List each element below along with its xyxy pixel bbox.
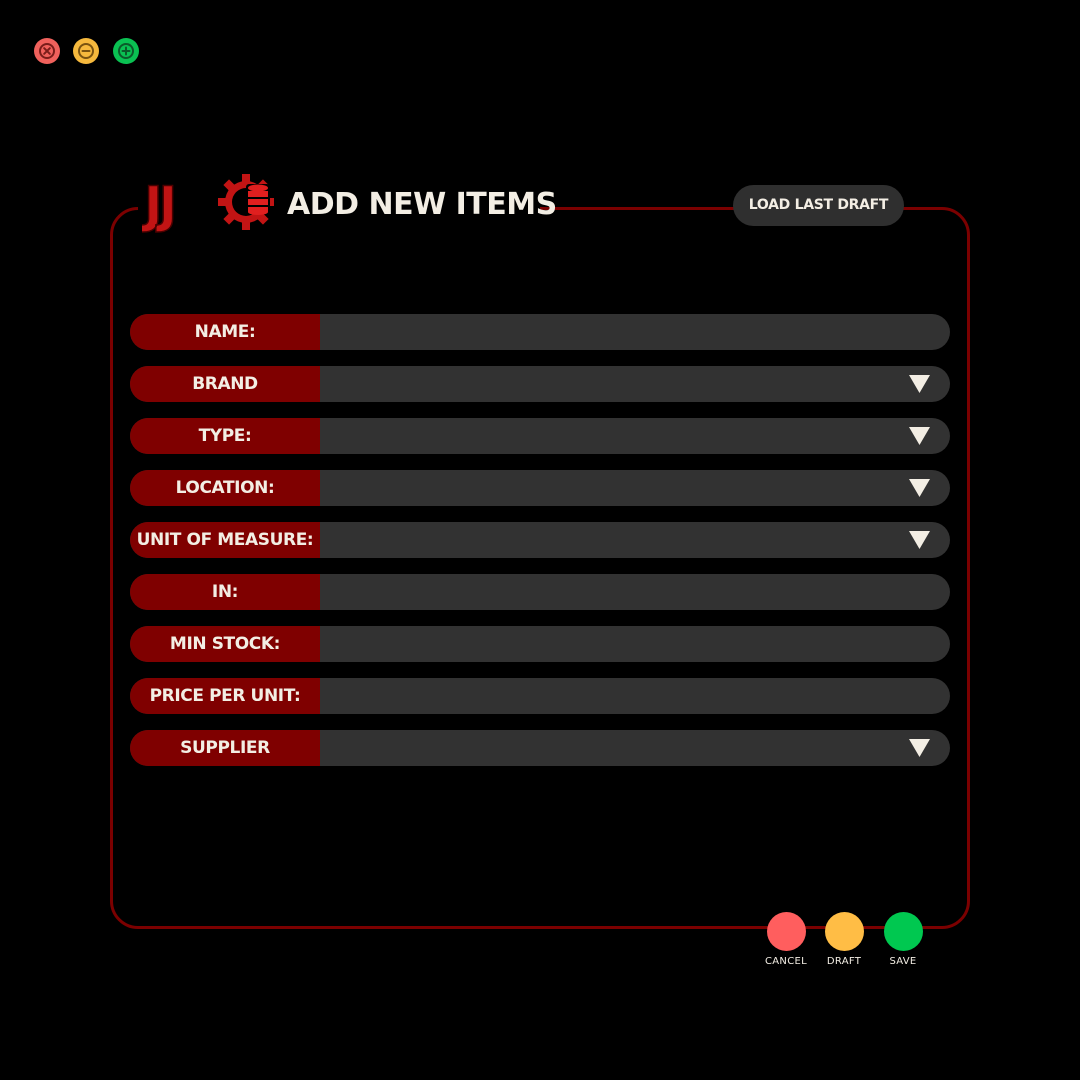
form-row-supplier: SUPPLIER [130, 730, 950, 766]
add-item-form: NAME: BRAND TYPE: LOCATION: UNIT OF MEAS… [130, 314, 950, 782]
logo-text: JJ [142, 176, 173, 234]
app-logo: JJ [142, 170, 278, 234]
minimize-icon [78, 43, 94, 59]
location-select[interactable] [320, 470, 950, 506]
draft-button[interactable] [824, 912, 864, 951]
page-title: ADD NEW ITEMS [287, 187, 557, 222]
form-row-name: NAME: [130, 314, 950, 350]
save-action: SAVE [873, 912, 933, 967]
price-per-unit-input[interactable] [320, 678, 950, 714]
form-row-location: LOCATION: [130, 470, 950, 506]
cancel-label: CANCEL [765, 956, 807, 967]
form-row-type: TYPE: [130, 418, 950, 454]
field-label-unit-of-measure: UNIT OF MEASURE: [130, 522, 320, 558]
chevron-down-icon[interactable] [909, 375, 930, 393]
form-row-price-per-unit: PRICE PER UNIT: [130, 678, 950, 714]
brand-select[interactable] [320, 366, 950, 402]
chevron-down-icon[interactable] [909, 479, 930, 497]
field-label-location: LOCATION: [130, 470, 320, 506]
field-label-supplier: SUPPLIER [130, 730, 320, 766]
chevron-down-icon[interactable] [909, 531, 930, 549]
chevron-down-icon[interactable] [909, 739, 930, 757]
type-select[interactable] [320, 418, 950, 454]
form-row-unit-of-measure: UNIT OF MEASURE: [130, 522, 950, 558]
field-label-type: TYPE: [130, 418, 320, 454]
cancel-action: CANCEL [756, 912, 816, 967]
close-icon [39, 43, 55, 59]
in-input[interactable] [320, 574, 950, 610]
field-label-price-per-unit: PRICE PER UNIT: [130, 678, 320, 714]
chevron-down-icon[interactable] [909, 427, 930, 445]
min-stock-input[interactable] [320, 626, 950, 662]
draft-action: DRAFT [814, 912, 874, 967]
form-row-in: IN: [130, 574, 950, 610]
maximize-icon [118, 43, 134, 59]
unit-of-measure-select[interactable] [320, 522, 950, 558]
field-label-brand: BRAND [130, 366, 320, 402]
save-button[interactable] [883, 912, 923, 951]
cancel-button[interactable] [766, 912, 806, 951]
supplier-select[interactable] [320, 730, 950, 766]
gear-database-icon [218, 174, 274, 230]
window-close-button[interactable] [34, 38, 60, 64]
draft-label: DRAFT [826, 956, 862, 967]
field-label-in: IN: [130, 574, 320, 610]
form-row-min-stock: MIN STOCK: [130, 626, 950, 662]
name-input[interactable] [320, 314, 950, 350]
window-minimize-button[interactable] [73, 38, 99, 64]
load-last-draft-button[interactable]: LOAD LAST DRAFT [733, 185, 904, 226]
form-row-brand: BRAND [130, 366, 950, 402]
save-label: SAVE [889, 956, 917, 967]
field-label-min-stock: MIN STOCK: [130, 626, 320, 662]
window-maximize-button[interactable] [113, 38, 139, 64]
field-label-name: NAME: [130, 314, 320, 350]
